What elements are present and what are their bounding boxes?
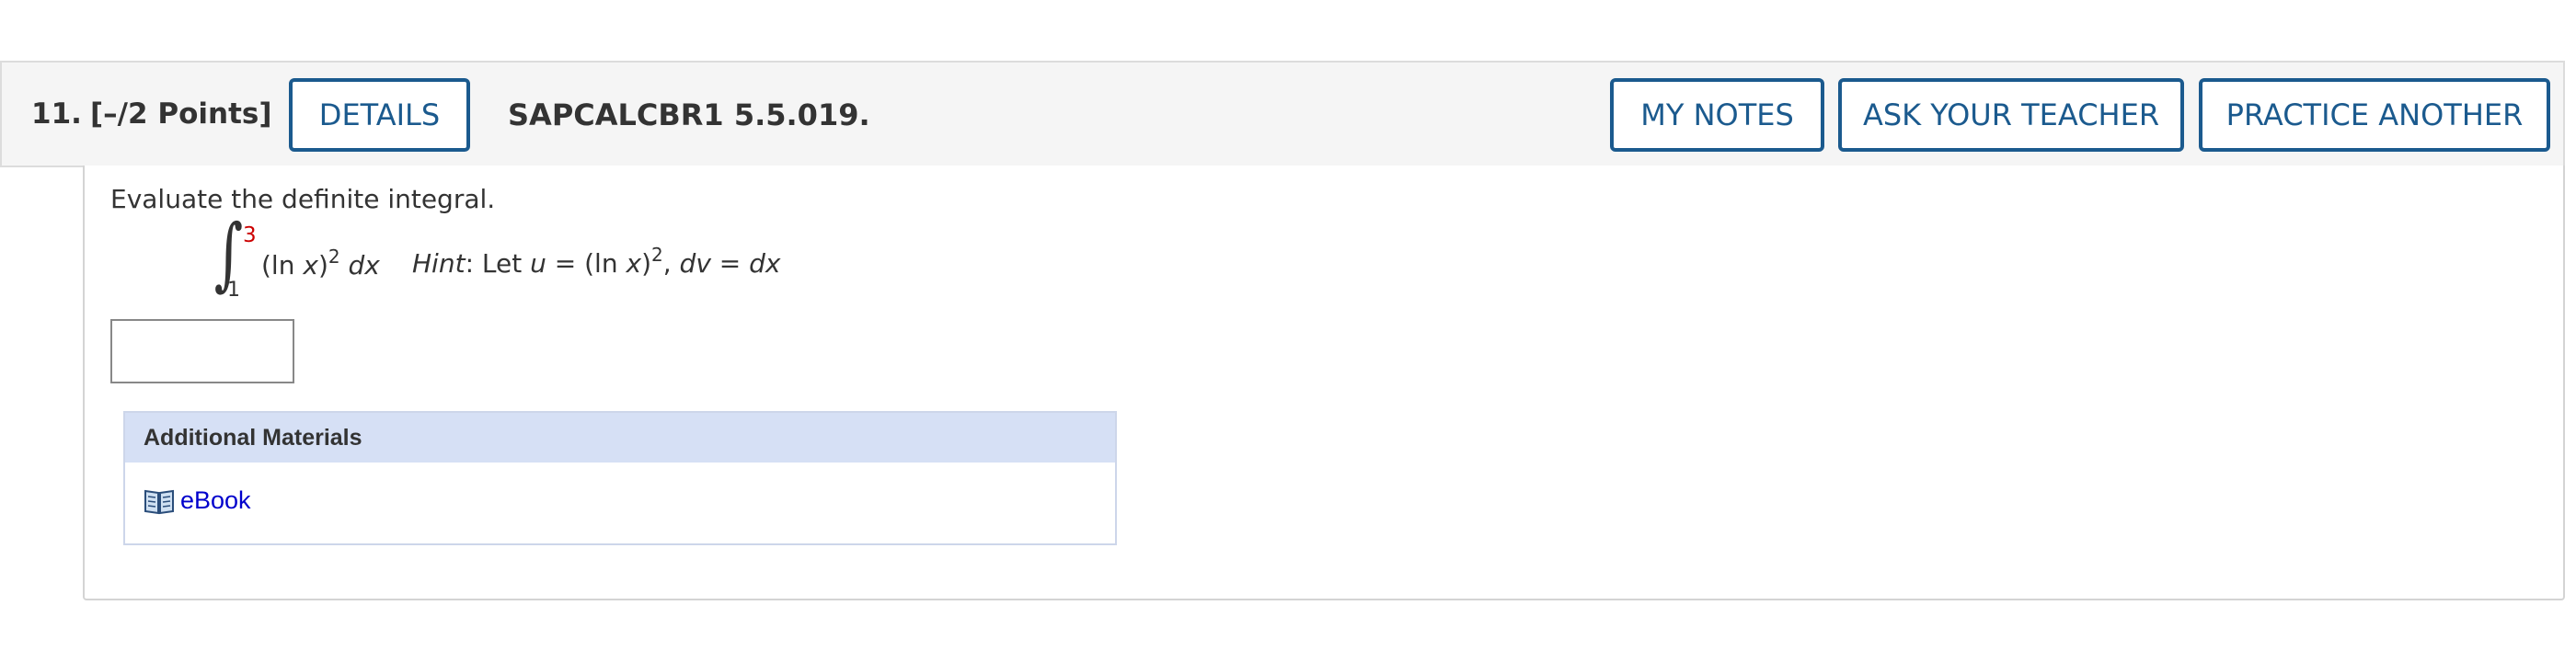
- hint-text: Hint: Let u = (ln x)2, dv = dx: [412, 246, 781, 279]
- hint-dx: dx: [749, 248, 781, 279]
- practice-another-button[interactable]: PRACTICE ANOTHER: [2199, 78, 2550, 152]
- question-number: 11.: [31, 97, 82, 131]
- integral-upper-limit: 3: [243, 223, 257, 247]
- integral-lower-limit: 1: [227, 279, 240, 302]
- answer-input[interactable]: [110, 319, 294, 383]
- hint-comma: ,: [662, 248, 680, 279]
- my-notes-button[interactable]: MY NOTES: [1610, 78, 1824, 152]
- ebook-label: eBook: [180, 486, 251, 514]
- hint-u: u: [530, 248, 546, 279]
- ask-teacher-button[interactable]: ASK YOUR TEACHER: [1838, 78, 2184, 152]
- integrand: (ln x)2 dx: [261, 247, 380, 280]
- question-header: 11. [–/2 Points] DETAILS SAPCALCBR1 5.5.…: [0, 61, 2565, 167]
- hint-dv: dv: [679, 248, 711, 279]
- book-icon: [144, 489, 174, 514]
- question-code: SAPCALCBR1 5.5.019.: [508, 97, 870, 132]
- hint-exponent: 2: [651, 244, 663, 266]
- additional-materials-panel: Additional Materials eBook: [123, 411, 1117, 545]
- integrand-variable: x: [303, 250, 318, 280]
- hint-eq-2: =: [710, 248, 750, 279]
- integrand-close: ): [317, 250, 328, 280]
- integrand-differential: dx: [348, 250, 380, 280]
- hint-eq-1: = (ln: [546, 248, 627, 279]
- details-button[interactable]: DETAILS: [289, 78, 470, 152]
- hint-label: Hint: [412, 248, 466, 279]
- hint-close: ): [641, 248, 651, 279]
- question-points: [–/2 Points]: [90, 97, 272, 131]
- additional-materials-title: Additional Materials: [125, 413, 1115, 463]
- hint-text-1: : Let: [465, 248, 531, 279]
- hint-x: x: [626, 248, 642, 279]
- ebook-link[interactable]: eBook: [144, 486, 251, 515]
- integrand-exponent: 2: [328, 246, 340, 268]
- integrand-base: (ln: [261, 250, 304, 280]
- question-prompt: Evaluate the definite integral.: [110, 184, 496, 214]
